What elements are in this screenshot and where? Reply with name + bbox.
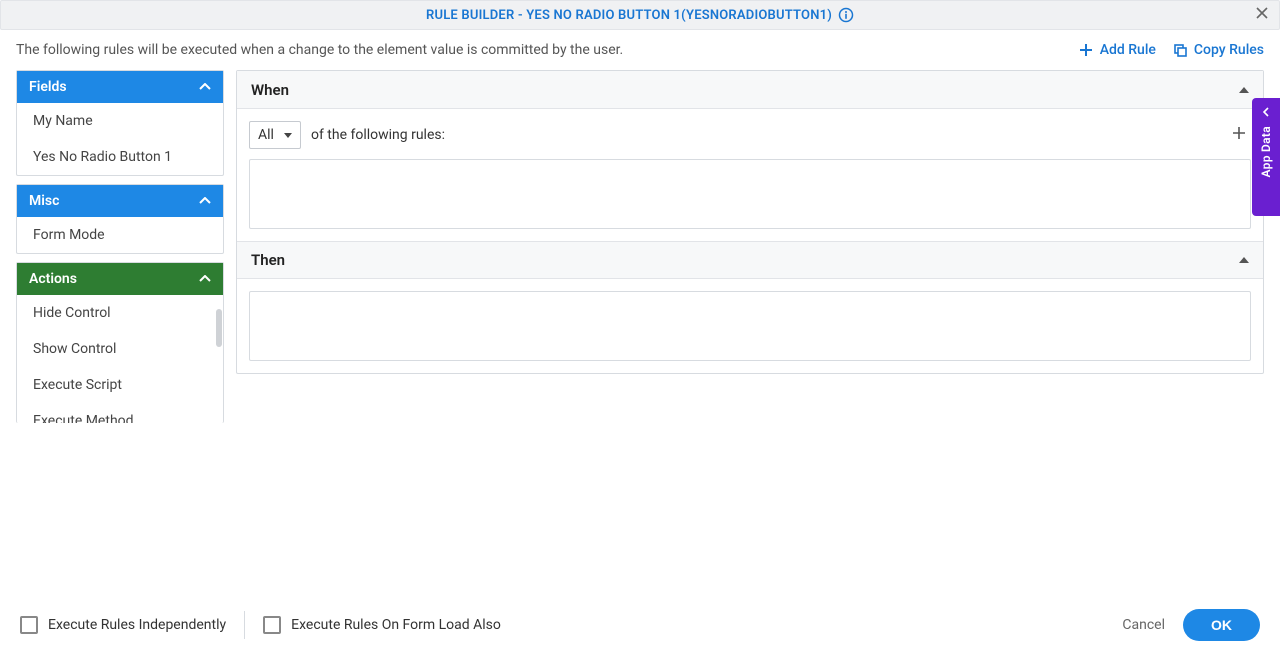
misc-panel: Misc Form Mode: [16, 184, 224, 254]
collapse-icon[interactable]: [1239, 87, 1249, 93]
fields-body: My Name Yes No Radio Button 1: [17, 103, 223, 175]
when-title: When: [251, 81, 289, 99]
app-data-label: App Data: [1259, 126, 1273, 177]
fields-header-label: Fields: [29, 79, 67, 95]
then-actions-box[interactable]: [249, 291, 1251, 361]
copy-rules-label: Copy Rules: [1194, 42, 1264, 58]
add-rule-button[interactable]: Add Rule: [1078, 42, 1156, 58]
footer-actions: Cancel OK: [1122, 609, 1260, 641]
divider: [244, 611, 245, 639]
action-item-method[interactable]: Execute Method: [17, 403, 223, 423]
toolbar-description: The following rules will be executed whe…: [16, 42, 623, 58]
actions-header[interactable]: Actions: [17, 263, 223, 295]
copy-rules-button[interactable]: Copy Rules: [1172, 42, 1264, 58]
chevron-up-icon: [199, 197, 211, 205]
checkbox-icon: [20, 616, 38, 634]
actions-body[interactable]: Hide Control Show Control Execute Script…: [17, 295, 223, 423]
chevron-down-icon: [284, 133, 292, 138]
action-item-show[interactable]: Show Control: [17, 331, 223, 367]
when-body: All of the following rules:: [237, 109, 1263, 241]
misc-body: Form Mode: [17, 217, 223, 253]
field-item-myname[interactable]: My Name: [17, 103, 223, 139]
plus-icon: [1231, 125, 1247, 141]
close-icon[interactable]: [1255, 6, 1269, 24]
chevron-left-icon: [1261, 106, 1271, 120]
match-select[interactable]: All: [249, 121, 301, 149]
app-data-tab[interactable]: App Data: [1252, 98, 1280, 216]
execute-on-load-checkbox[interactable]: Execute Rules On Form Load Also: [263, 616, 501, 634]
match-select-value: All: [258, 127, 274, 143]
chevron-up-icon: [199, 275, 211, 283]
copy-icon: [1172, 42, 1188, 58]
toolbar-actions: Add Rule Copy Rules: [1078, 42, 1264, 58]
actions-header-label: Actions: [29, 271, 77, 287]
add-rule-label: Add Rule: [1100, 42, 1156, 58]
info-icon[interactable]: [838, 7, 854, 23]
chk2-label: Execute Rules On Form Load Also: [291, 617, 501, 633]
when-header: When: [237, 71, 1263, 109]
misc-item-formmode[interactable]: Form Mode: [17, 217, 223, 253]
titlebar-title-wrap: RULE BUILDER - YES NO RADIO BUTTON 1(YES…: [426, 7, 854, 23]
actions-panel: Actions Hide Control Show Control Execut…: [16, 262, 224, 423]
titlebar-title: RULE BUILDER - YES NO RADIO BUTTON 1(YES…: [426, 8, 832, 23]
match-suffix-label: of the following rules:: [311, 127, 445, 143]
then-body: [237, 279, 1263, 373]
scrollbar-thumb[interactable]: [216, 309, 222, 347]
add-condition-button[interactable]: [1231, 125, 1251, 146]
toolbar: The following rules will be executed whe…: [0, 30, 1280, 70]
sidebar: Fields My Name Yes No Radio Button 1 Mis…: [16, 70, 224, 431]
main-area: When All of the following rules: Then: [236, 70, 1264, 374]
action-item-hide[interactable]: Hide Control: [17, 295, 223, 331]
misc-header-label: Misc: [29, 193, 59, 209]
cancel-button[interactable]: Cancel: [1122, 617, 1165, 633]
action-item-script[interactable]: Execute Script: [17, 367, 223, 403]
when-conditions-box[interactable]: [249, 159, 1251, 229]
then-title: Then: [251, 251, 285, 269]
execute-independently-checkbox[interactable]: Execute Rules Independently: [20, 616, 226, 634]
field-item-yesno[interactable]: Yes No Radio Button 1: [17, 139, 223, 175]
titlebar: RULE BUILDER - YES NO RADIO BUTTON 1(YES…: [0, 0, 1280, 30]
ok-button[interactable]: OK: [1183, 609, 1260, 641]
footer: Execute Rules Independently Execute Rule…: [0, 600, 1280, 650]
when-match-row: All of the following rules:: [249, 121, 1251, 149]
fields-header[interactable]: Fields: [17, 71, 223, 103]
then-header: Then: [237, 241, 1263, 279]
misc-header[interactable]: Misc: [17, 185, 223, 217]
fields-panel: Fields My Name Yes No Radio Button 1: [16, 70, 224, 176]
checkbox-icon: [263, 616, 281, 634]
collapse-icon[interactable]: [1239, 257, 1249, 263]
chk1-label: Execute Rules Independently: [48, 617, 226, 633]
chevron-up-icon: [199, 83, 211, 91]
plus-icon: [1078, 42, 1094, 58]
